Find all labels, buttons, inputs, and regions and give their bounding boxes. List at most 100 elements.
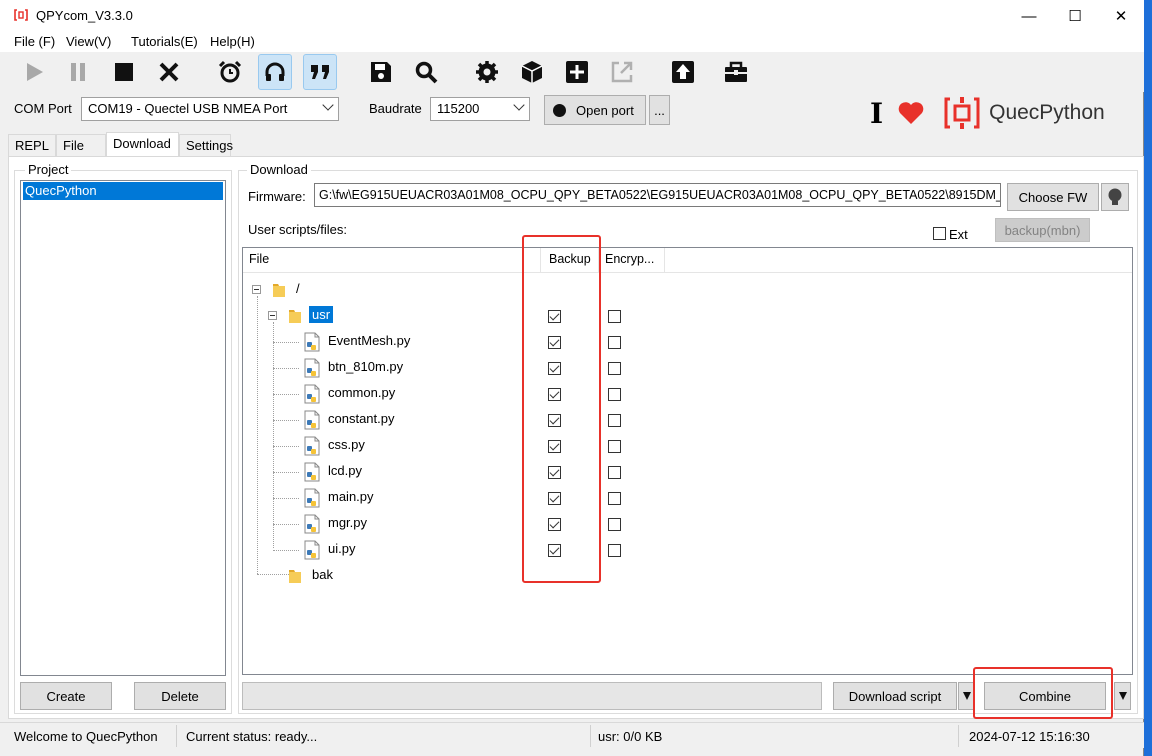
encrypt-checkbox[interactable] (608, 440, 621, 453)
tab-download[interactable]: Download (106, 132, 179, 156)
file-name: lcd.py (328, 463, 362, 478)
app-logo-icon (14, 9, 28, 21)
menu-tutorials[interactable]: Tutorials(E) (131, 34, 198, 49)
combine-options-button[interactable] (1114, 682, 1131, 710)
menu-view[interactable]: View(V) (66, 34, 111, 49)
column-encrypt[interactable]: Encryp... (599, 248, 665, 273)
close-button[interactable]: ✕ (1098, 0, 1144, 32)
stop-button[interactable] (107, 54, 141, 90)
collapse-icon[interactable] (252, 285, 261, 294)
save-icon (371, 62, 391, 82)
encrypt-checkbox[interactable] (608, 414, 621, 427)
table-row[interactable]: main.py (243, 485, 1132, 511)
status-current: Current status: ready... (186, 729, 318, 744)
encrypt-checkbox[interactable] (608, 466, 621, 479)
pause-button[interactable] (61, 54, 95, 90)
combine-highlight (973, 667, 1113, 719)
tree-line (273, 368, 299, 369)
tree-line (273, 524, 299, 525)
tree-header: File Backup Encryp... (243, 248, 1132, 273)
com-port-select[interactable]: COM19 - Quectel USB NMEA Port (81, 97, 339, 121)
main-window: QPYcom_V3.3.0 — ☐ ✕ File (F) View(V) Tut… (0, 0, 1144, 756)
package-button[interactable] (515, 54, 549, 90)
table-row[interactable]: lcd.py (243, 459, 1132, 485)
search-button[interactable] (409, 54, 443, 90)
status-usr-size: usr: 0/0 KB (598, 729, 663, 744)
python-file-icon (304, 436, 320, 456)
python-file-icon (304, 462, 320, 482)
upload-button[interactable] (666, 54, 700, 90)
alarm-clock-icon (218, 60, 242, 83)
table-row[interactable]: css.py (243, 433, 1132, 459)
download-script-button[interactable]: Download script (833, 682, 957, 710)
encrypt-checkbox[interactable] (608, 388, 621, 401)
table-row[interactable]: ui.py (243, 537, 1132, 563)
encrypt-checkbox[interactable] (608, 310, 621, 323)
stop-icon (115, 63, 133, 81)
com-port-value: COM19 - Quectel USB NMEA Port (88, 101, 288, 116)
tree-label-root: / (296, 281, 300, 296)
backup-mbn-button[interactable]: backup(mbn) (995, 218, 1090, 242)
play-button[interactable] (17, 54, 51, 90)
firmware-path-input[interactable]: G:\fw\EG915UEUACR03A01M08_OCPU_QPY_BETA0… (314, 183, 1001, 207)
encrypt-checkbox[interactable] (608, 518, 621, 531)
delete-button[interactable]: Delete (134, 682, 226, 710)
file-name: constant.py (328, 411, 395, 426)
chevron-down-icon (322, 99, 334, 111)
python-file-icon (304, 358, 320, 378)
encrypt-checkbox[interactable] (608, 492, 621, 505)
caret-down-icon (1118, 692, 1127, 700)
table-row[interactable]: btn_810m.py (243, 355, 1132, 381)
tree-row-bak[interactable]: bak (243, 563, 1132, 589)
encrypt-checkbox[interactable] (608, 336, 621, 349)
toolbox-icon (725, 61, 747, 82)
brand-area: I QuecPython (870, 96, 1105, 130)
choose-fw-button[interactable]: Choose FW (1007, 183, 1099, 211)
quecpython-logo-icon (944, 97, 980, 129)
ext-checkbox[interactable] (933, 227, 946, 240)
collapse-icon[interactable] (268, 311, 277, 320)
encrypt-checkbox[interactable] (608, 544, 621, 557)
project-list[interactable]: QuecPython (20, 180, 226, 676)
folder-icon (289, 310, 301, 323)
tab-file[interactable]: File (56, 134, 106, 156)
add-button[interactable] (560, 54, 594, 90)
table-row[interactable]: constant.py (243, 407, 1132, 433)
menu-file[interactable]: File (F) (14, 34, 55, 49)
encrypt-checkbox[interactable] (608, 362, 621, 375)
port-options-button[interactable]: ... (649, 95, 670, 125)
list-item[interactable]: QuecPython (23, 182, 223, 200)
project-group-label: Project (25, 162, 72, 177)
tab-repl[interactable]: REPL (8, 134, 56, 156)
table-row[interactable]: mgr.py (243, 511, 1132, 537)
folder-icon (273, 284, 285, 297)
alarm-button[interactable] (213, 54, 247, 90)
hint-button[interactable] (1101, 183, 1129, 211)
table-row[interactable]: common.py (243, 381, 1132, 407)
save-button[interactable] (364, 54, 398, 90)
file-name: main.py (328, 489, 374, 504)
settings-button[interactable] (470, 54, 504, 90)
tree-row-root[interactable]: / (243, 277, 1132, 303)
column-file[interactable]: File (243, 248, 541, 273)
quote-button[interactable] (303, 54, 337, 90)
table-row[interactable]: EventMesh.py (243, 329, 1132, 355)
clear-button[interactable] (152, 54, 186, 90)
tab-settings[interactable]: Settings (179, 134, 233, 156)
close-x-icon (159, 62, 179, 82)
export-button[interactable] (605, 54, 639, 90)
menu-bar: File (F) View(V) Tutorials(E) Help(H) (0, 32, 1144, 52)
maximize-button[interactable]: ☐ (1052, 0, 1098, 32)
file-tree[interactable]: File Backup Encryp... / usr EventMesh.py… (242, 247, 1133, 675)
file-name: EventMesh.py (328, 333, 411, 348)
baudrate-select[interactable]: 115200 (430, 97, 530, 121)
toolbox-button[interactable] (719, 54, 753, 90)
tree-row-usr[interactable]: usr (243, 303, 1132, 329)
minimize-button[interactable]: — (1006, 0, 1052, 32)
open-port-button[interactable]: Open port (544, 95, 646, 125)
menu-help[interactable]: Help(H) (210, 34, 255, 49)
create-button[interactable]: Create (20, 682, 112, 710)
headset-button[interactable] (258, 54, 292, 90)
upload-icon (672, 61, 694, 83)
file-name: mgr.py (328, 515, 368, 530)
